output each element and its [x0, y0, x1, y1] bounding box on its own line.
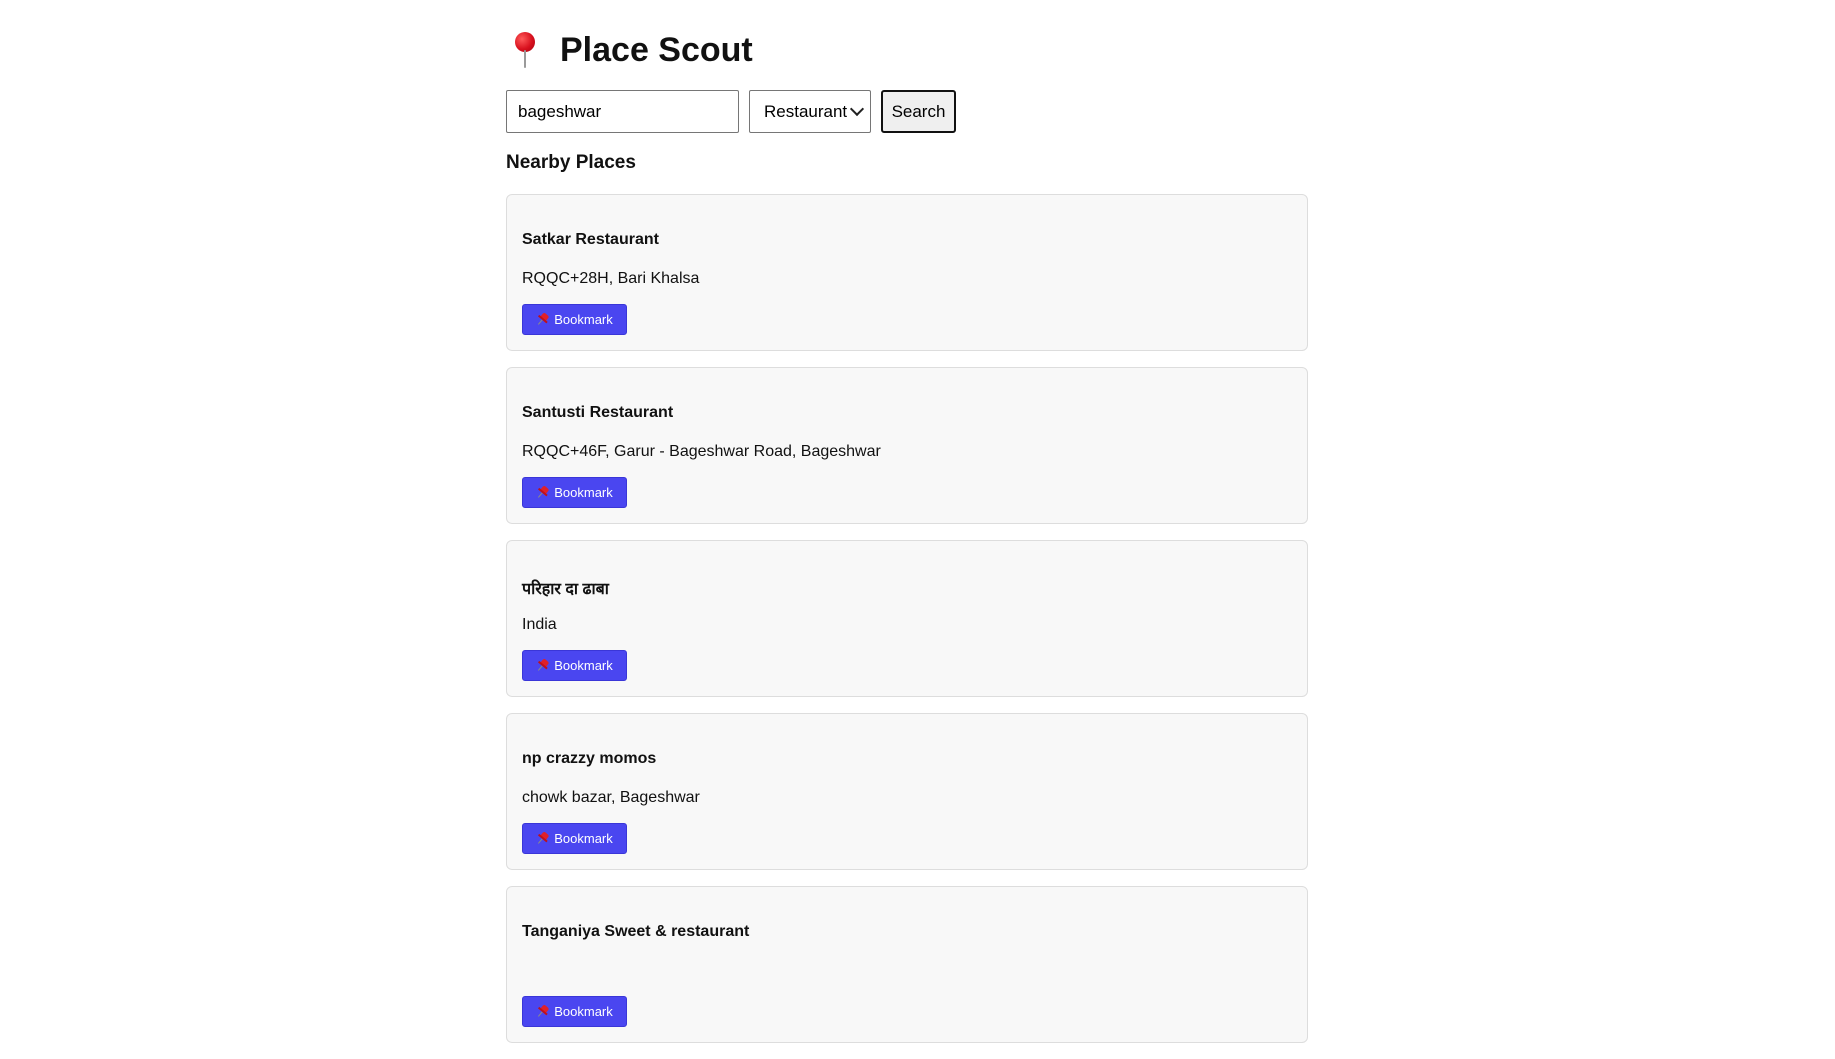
bookmark-button[interactable]: Bookmark [522, 650, 627, 681]
pushpin-icon [534, 310, 552, 328]
results-list: Satkar Restaurant RQQC+28H, Bari Khalsa … [506, 194, 1308, 1059]
place-name: Santusti Restaurant [522, 404, 674, 421]
place-card: np crazzy momos chowk bazar, Bageshwar B… [506, 713, 1308, 870]
category-select[interactable]: Restaurant [749, 90, 871, 133]
place-card: Santusti Restaurant RQQC+46F, Garur - Ba… [506, 367, 1308, 524]
pushpin-icon [534, 483, 552, 501]
bookmark-button[interactable]: Bookmark [522, 477, 627, 508]
bookmark-label: Bookmark [554, 658, 613, 673]
place-address: RQQC+46F, Garur - Bageshwar Road, Bagesh… [522, 443, 881, 460]
results-heading: Nearby Places [506, 152, 636, 173]
page-title-text: Place Scout [560, 30, 753, 69]
place-name: परिहार दा ढाबा [522, 581, 609, 598]
place-name: Satkar Restaurant [522, 231, 659, 248]
category-select-value: Restaurant [764, 101, 848, 121]
place-card: परिहार दा ढाबा India Bookmark [506, 540, 1308, 697]
bookmark-label: Bookmark [554, 1004, 613, 1019]
pushpin-icon [534, 829, 552, 847]
bookmark-label: Bookmark [554, 312, 613, 327]
page-title: Place Scout [506, 26, 753, 74]
search-input[interactable] [506, 90, 739, 133]
bookmark-label: Bookmark [554, 485, 613, 500]
place-card: Tanganiya Sweet & restaurant Bookmark [506, 886, 1308, 1043]
chevron-down-icon [849, 101, 865, 117]
pushpin-icon [534, 1002, 552, 1020]
pushpin-icon [534, 656, 552, 674]
search-button[interactable]: Search [881, 90, 956, 133]
place-address: India [522, 616, 557, 633]
bookmark-button[interactable]: Bookmark [522, 304, 627, 335]
bookmark-button[interactable]: Bookmark [522, 996, 627, 1027]
bookmark-label: Bookmark [554, 831, 613, 846]
search-bar: Restaurant Search [506, 90, 956, 133]
place-name: np crazzy momos [522, 750, 657, 767]
place-address: chowk bazar, Bageshwar [522, 789, 700, 806]
place-address: RQQC+28H, Bari Khalsa [522, 270, 700, 287]
place-card: Satkar Restaurant RQQC+28H, Bari Khalsa … [506, 194, 1308, 351]
place-name: Tanganiya Sweet & restaurant [522, 923, 750, 940]
round-pushpin-icon [512, 30, 538, 70]
bookmark-button[interactable]: Bookmark [522, 823, 627, 854]
